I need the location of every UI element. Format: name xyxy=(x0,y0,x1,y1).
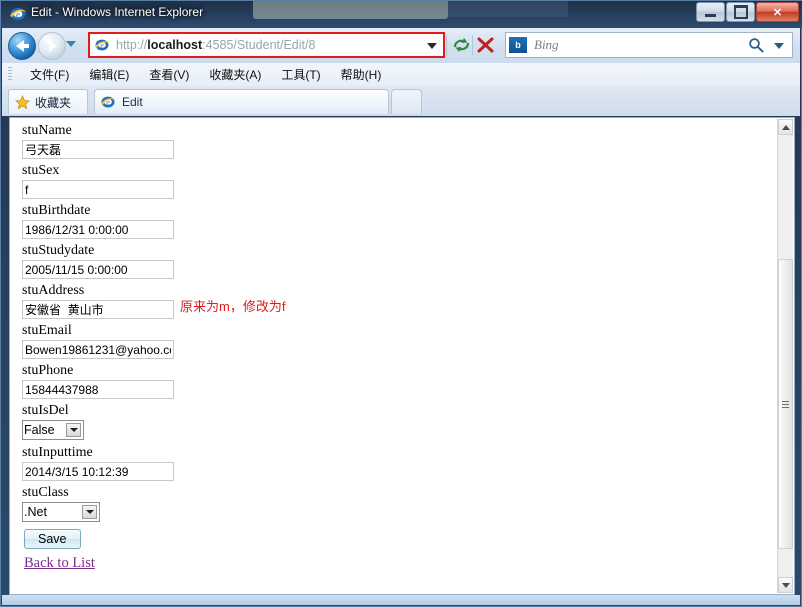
navigation-bar: e http://localhost:4585/Student/Edit/8 b… xyxy=(2,28,800,63)
titlebar-glass-panel xyxy=(253,1,448,19)
page-content-area: stuName stuSex stuBirthdate stuStudydate… xyxy=(9,117,795,595)
label-stuStudydate: stuStudydate xyxy=(22,243,95,258)
tab-edit[interactable]: e Edit xyxy=(94,89,389,114)
label-stuBirthdate: stuBirthdate xyxy=(22,203,91,218)
window-title: Edit - Windows Internet Explorer xyxy=(31,5,204,19)
label-stuPhone: stuPhone xyxy=(22,363,74,378)
search-icon[interactable] xyxy=(748,37,764,53)
bing-provider-icon: b xyxy=(509,37,527,53)
status-bar xyxy=(2,595,800,605)
label-stuInputtime: stuInputtime xyxy=(22,445,93,460)
sex-annotation: 原来为m，修改为f xyxy=(180,299,286,314)
favorites-label: 收藏夹 xyxy=(35,95,72,110)
input-stuInputtime[interactable] xyxy=(22,462,174,481)
back-button[interactable] xyxy=(8,32,36,60)
toolbar-divider-2 xyxy=(472,35,473,55)
address-bar-highlight-box: e http://localhost:4585/Student/Edit/8 xyxy=(88,32,445,58)
new-tab-button[interactable] xyxy=(391,89,422,114)
tab-favicon-icon: e xyxy=(100,94,116,110)
search-input-placeholder: Bing xyxy=(534,37,559,52)
search-box[interactable]: b Bing xyxy=(505,32,793,58)
forward-button[interactable] xyxy=(38,32,66,60)
back-to-list-link[interactable]: Back to List xyxy=(24,555,95,572)
search-provider-chevron-down-icon[interactable] xyxy=(774,43,784,49)
select-wrapper-stuIsDel: False xyxy=(18,420,84,444)
menu-bar: 文件(F) 编辑(E) 查看(V) 收藏夹(A) 工具(T) 帮助(H) xyxy=(2,63,800,86)
tab-bar: 收藏夹 e Edit xyxy=(2,86,800,116)
input-stuStudydate[interactable] xyxy=(22,260,174,279)
menu-item-file[interactable]: 文件(F) xyxy=(20,64,79,85)
select-stuIsDel[interactable]: False xyxy=(22,420,84,440)
scroll-up-arrow-icon[interactable] xyxy=(778,119,793,135)
favorites-button[interactable]: 收藏夹 xyxy=(8,89,88,114)
select-stuClass[interactable]: .Net xyxy=(22,502,100,522)
input-stuEmail[interactable] xyxy=(22,340,174,359)
maximize-button[interactable] xyxy=(726,2,755,22)
window-controls: ✕ xyxy=(695,2,799,24)
svg-text:e: e xyxy=(16,10,20,20)
address-bar-url: http://localhost:4585/Student/Edit/8 xyxy=(116,38,316,52)
save-button[interactable]: Save xyxy=(24,529,81,549)
minimize-button[interactable] xyxy=(696,2,725,22)
title-bar: e Edit - Windows Internet Explorer ✕ xyxy=(1,1,802,28)
vertical-scrollbar[interactable] xyxy=(777,119,793,593)
svg-text:e: e xyxy=(100,41,104,50)
menu-item-favorites[interactable]: 收藏夹(A) xyxy=(199,64,271,85)
menu-item-edit[interactable]: 编辑(E) xyxy=(79,64,139,85)
recent-pages-chevron-down-icon[interactable] xyxy=(66,41,76,47)
menu-item-view[interactable]: 查看(V) xyxy=(139,64,199,85)
menu-item-tools[interactable]: 工具(T) xyxy=(271,64,330,85)
toolbar-grip-handle[interactable] xyxy=(8,67,12,82)
toolbar-divider xyxy=(446,35,447,55)
close-button[interactable]: ✕ xyxy=(756,2,799,22)
label-stuClass: stuClass xyxy=(22,485,69,500)
page-favicon-icon: e xyxy=(94,37,110,53)
star-icon xyxy=(15,94,30,110)
scroll-down-arrow-icon[interactable] xyxy=(778,577,793,593)
select-wrapper-stuClass: .Net xyxy=(18,502,100,526)
stop-button[interactable] xyxy=(474,34,497,56)
label-stuIsDel: stuIsDel xyxy=(22,403,69,418)
titlebar-glass-panel-2 xyxy=(448,1,568,17)
tab-label: Edit xyxy=(122,95,143,109)
input-stuBirthdate[interactable] xyxy=(22,220,174,239)
input-stuSex[interactable] xyxy=(22,180,174,199)
internet-explorer-icon: e xyxy=(9,5,27,23)
scrollbar-thumb[interactable] xyxy=(778,259,793,549)
label-stuName: stuName xyxy=(22,123,72,138)
input-stuAddress[interactable] xyxy=(22,300,174,319)
input-stuName[interactable] xyxy=(22,140,174,159)
address-dropdown-chevron-down-icon[interactable] xyxy=(427,43,437,49)
browser-window: e Edit - Windows Internet Explorer ✕ e h… xyxy=(0,0,802,607)
edit-student-form: stuName stuSex stuBirthdate stuStudydate… xyxy=(10,118,780,594)
input-stuPhone[interactable] xyxy=(22,380,174,399)
menu-item-help[interactable]: 帮助(H) xyxy=(331,64,392,85)
label-stuAddress: stuAddress xyxy=(22,283,85,298)
label-stuSex: stuSex xyxy=(22,163,60,178)
refresh-button[interactable] xyxy=(450,34,473,56)
svg-text:e: e xyxy=(106,98,110,107)
label-stuEmail: stuEmail xyxy=(22,323,72,338)
address-bar[interactable]: e http://localhost:4585/Student/Edit/8 xyxy=(90,34,443,56)
